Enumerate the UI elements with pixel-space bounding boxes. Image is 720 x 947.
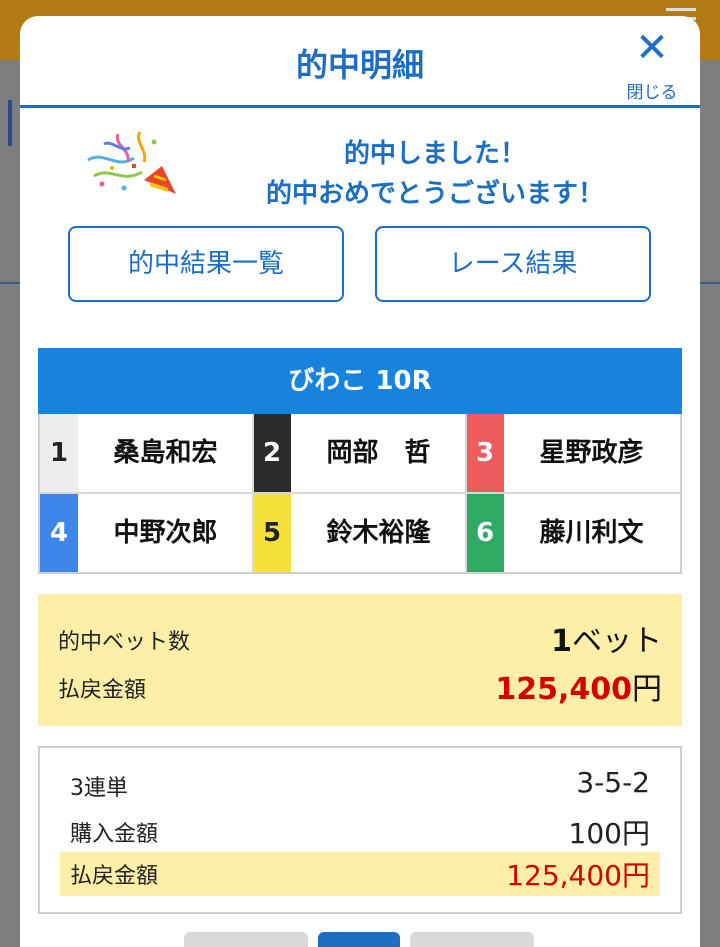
racer-number: 1: [40, 414, 78, 492]
racer-name: 藤川利文: [539, 518, 644, 548]
racer-number: 2: [253, 414, 291, 492]
racer-number: 5: [253, 494, 291, 572]
racer-table: 1 桑島和宏 2 岡部 哲 3 星野政彦 4 中野次郎 5 鈴木裕隆 6 藤川利…: [38, 414, 682, 574]
pager-button-next[interactable]: [410, 932, 534, 947]
congrats-message: 的中しました！ 的中おめでとうございます！: [170, 134, 700, 214]
purchase-row: 購入金額 100円: [60, 810, 660, 854]
modal-header: 的中明細 ✕ 閉じる: [20, 16, 700, 108]
racer-name: 中野次郎: [113, 518, 218, 548]
bet-type: 3連単: [70, 776, 128, 801]
racer-name: 鈴木裕隆: [326, 518, 431, 548]
bets-row: 的中ベット数 1ベット: [58, 616, 662, 660]
racer-1: 1 桑島和宏: [40, 414, 253, 492]
racer-4: 4 中野次郎: [40, 494, 253, 572]
congrats-line-2: 的中おめでとうございます！: [265, 179, 604, 209]
payout-amount: 125,400: [495, 672, 632, 707]
racer-6: 6 藤川利文: [466, 494, 679, 572]
racer-number: 4: [40, 494, 78, 572]
racer-5: 5 鈴木裕隆: [253, 494, 466, 572]
payout-unit: 円: [632, 672, 662, 707]
bets-count: 1: [551, 624, 572, 659]
bet-type-row: 3連単 3-5-2: [60, 764, 660, 808]
congrats-line-1: 的中しました！: [343, 139, 526, 169]
close-button[interactable]: ✕ 閉じる: [620, 25, 684, 103]
racer-number: 3: [466, 414, 504, 492]
hit-summary: 的中ベット数 1ベット 払戻金額 125,400円: [38, 594, 682, 726]
pager-button-current[interactable]: [318, 932, 400, 947]
hit-list-button[interactable]: 的中結果一覧: [68, 226, 344, 302]
purchase-amount: 100円: [568, 817, 650, 850]
racer-name: 星野政彦: [539, 438, 644, 468]
purchase-label: 購入金額: [70, 822, 159, 847]
racer-3: 3 星野政彦: [466, 414, 679, 492]
racer-2: 2 岡部 哲: [253, 414, 466, 492]
modal-title: 的中明細: [295, 46, 424, 84]
action-buttons: 的中結果一覧 レース結果: [20, 226, 700, 306]
pager-button-prev[interactable]: [184, 932, 308, 947]
payout-value: 125,400円: [495, 664, 662, 708]
payout-row: 払戻金額 125,400円: [58, 664, 662, 708]
race-result-button[interactable]: レース結果: [375, 226, 651, 302]
detail-payout-amount: 125,400円: [506, 859, 650, 892]
racer-name: 桑島和宏: [113, 438, 218, 468]
detail-payout-row: 払戻金額 125,400円: [60, 852, 660, 896]
congrats-banner: 的中しました！ 的中おめでとうございます！: [20, 108, 700, 226]
party-popper-icon: [87, 131, 176, 194]
row-divider: [40, 492, 680, 494]
close-icon: ✕: [635, 25, 669, 71]
racer-number: 6: [466, 494, 504, 572]
bets-value: 1ベット: [551, 616, 662, 660]
bets-label: 的中ベット数: [58, 630, 191, 655]
bets-unit: ベット: [572, 624, 662, 659]
payout-label: 払戻金額: [58, 678, 147, 703]
hit-detail-modal: 的中明細 ✕ 閉じる 的中しました！ 的中おめでとうございます！ 的中結果一覧 …: [20, 16, 700, 947]
bet-combination: 3-5-2: [576, 766, 650, 799]
racer-name: 岡部 哲: [326, 438, 431, 468]
detail-payout-label: 払戻金額: [70, 864, 159, 889]
bet-detail: 3連単 3-5-2 購入金額 100円 払戻金額 125,400円: [38, 746, 682, 914]
race-title: びわこ 10R: [38, 348, 682, 414]
close-label: 閉じる: [626, 83, 678, 103]
